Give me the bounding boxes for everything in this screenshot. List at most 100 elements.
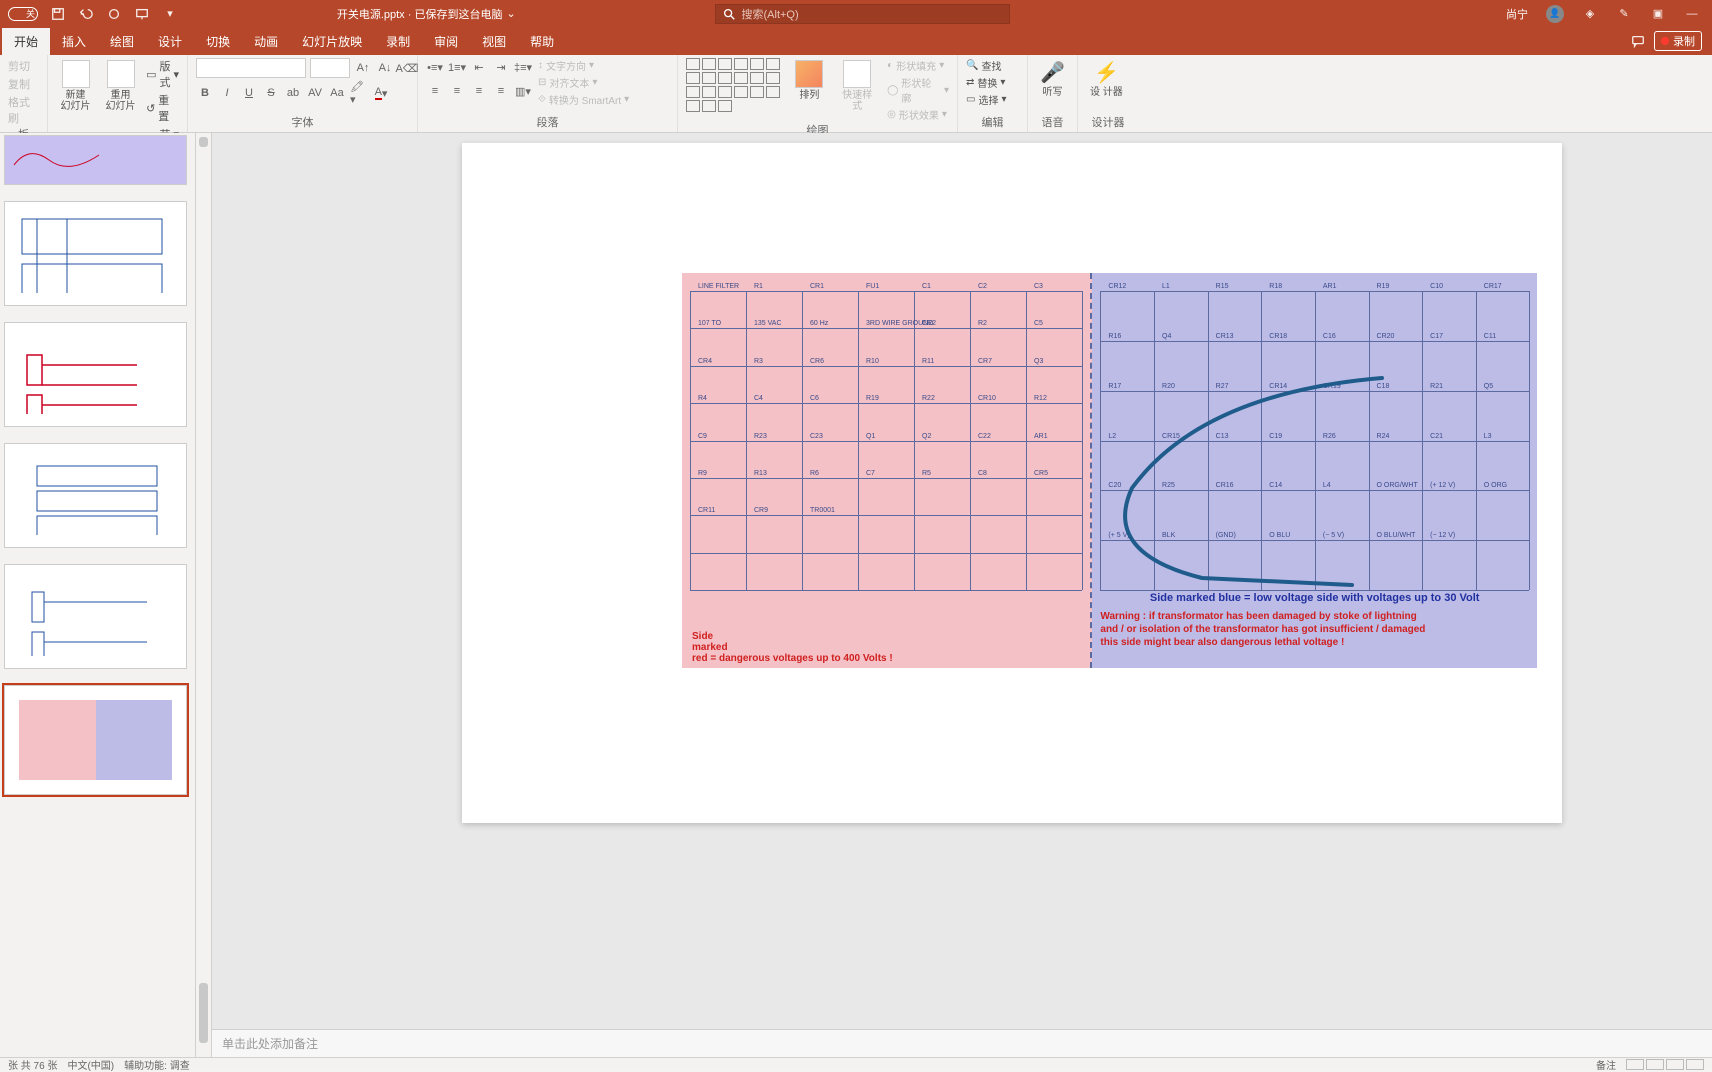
smartart-button[interactable]: ⟐ 转换为 SmartArt ▾	[538, 92, 629, 107]
view-buttons[interactable]	[1626, 1059, 1704, 1070]
notes-pane[interactable]: 单击此处添加备注	[212, 1029, 1712, 1057]
dictate-button[interactable]: 🎤听写	[1036, 58, 1069, 100]
select-button[interactable]: ▭ 选择 ▾	[966, 92, 1006, 107]
slide-thumbnail[interactable]	[4, 443, 187, 548]
designer-group-label: 设计器	[1086, 114, 1130, 132]
recording-button[interactable]: 录制	[1654, 31, 1702, 51]
align-text-button[interactable]: ⊟ 对齐文本 ▾	[538, 75, 629, 90]
warning-line-2: and / or isolation of the transformator …	[1100, 624, 1536, 635]
find-button[interactable]: 🔍 查找	[966, 58, 1006, 73]
arrange-button[interactable]: 排列	[791, 58, 827, 103]
bold-button[interactable]: B	[196, 84, 214, 102]
char-spacing-button[interactable]: AV	[306, 84, 324, 102]
new-slide-button[interactable]: 新建 幻灯片	[56, 58, 95, 114]
reuse-slide-button[interactable]: 重用 幻灯片	[101, 58, 140, 114]
paragraph-group-label: 段落	[426, 114, 669, 132]
designer-button[interactable]: ⚡设 计器	[1086, 58, 1127, 100]
align-right-button[interactable]: ≡	[470, 82, 488, 100]
align-left-button[interactable]: ≡	[426, 82, 444, 100]
ribbon: 剪切 复制 格式刷 板 新建 幻灯片 重用 幻灯片 ▭ 版式 ▾ ↺ 重置 ▭ …	[0, 55, 1712, 133]
redo-icon[interactable]	[106, 6, 122, 22]
undo-icon[interactable]	[78, 6, 94, 22]
columns-button[interactable]: ▥▾	[514, 82, 532, 100]
cut-button[interactable]: 剪切	[8, 58, 39, 74]
user-name: 尚宁	[1506, 6, 1528, 22]
present-icon[interactable]	[134, 6, 150, 22]
layout-button[interactable]: ▭ 版式 ▾	[146, 58, 179, 90]
comments-icon[interactable]	[1630, 33, 1646, 49]
save-icon[interactable]	[50, 6, 66, 22]
thumbnail-scrollbar[interactable]	[196, 133, 212, 1057]
reset-button[interactable]: ↺ 重置	[146, 92, 179, 124]
current-slide: LINE FILTERR1CR1FU1C1C2C3107 TO135 VAC60…	[462, 143, 1562, 823]
tab-draw[interactable]: 绘图	[98, 28, 146, 55]
font-size-select[interactable]	[310, 58, 350, 78]
line-spacing-button[interactable]: ‡≡▾	[514, 58, 532, 76]
record-dot-icon	[1661, 37, 1669, 45]
accessibility-indicator[interactable]: 辅助功能: 调查	[124, 1057, 190, 1072]
tab-help[interactable]: 帮助	[518, 28, 566, 55]
shadow-button[interactable]: ab	[284, 84, 302, 102]
red-caption-2: marked	[692, 642, 728, 653]
tab-view[interactable]: 视图	[470, 28, 518, 55]
title-bar: 关 ▾ 开关电源.pptx · 已保存到这台电脑 ⌄ 搜索(Alt+Q) 尚宁 …	[0, 0, 1712, 27]
tab-slideshow[interactable]: 幻灯片放映	[290, 28, 374, 55]
replace-button[interactable]: ⇄ 替换 ▾	[966, 75, 1006, 90]
slide-thumbnail[interactable]	[4, 135, 187, 185]
tab-home[interactable]: 开始	[2, 28, 50, 55]
tab-insert[interactable]: 插入	[50, 28, 98, 55]
slide-thumbnail-active[interactable]	[4, 685, 187, 795]
slide-thumbnail[interactable]	[4, 564, 187, 669]
slide-thumbnail[interactable]	[4, 322, 187, 427]
warning-line-1: Warning : if transformator has been dama…	[1100, 611, 1536, 622]
clear-format-icon[interactable]: A⌫	[398, 59, 416, 77]
increase-font-icon[interactable]: A↑	[354, 59, 372, 77]
tab-design[interactable]: 设计	[146, 28, 194, 55]
minimize-icon[interactable]: —	[1684, 6, 1700, 22]
slide-canvas[interactable]: LINE FILTERR1CR1FU1C1C2C3107 TO135 VAC60…	[212, 133, 1712, 1029]
search-placeholder: 搜索(Alt+Q)	[742, 6, 799, 22]
italic-button[interactable]: I	[218, 84, 236, 102]
shapes-gallery[interactable]	[686, 58, 785, 112]
title-dropdown-icon[interactable]: ⌄	[506, 7, 515, 20]
shape-effects-button[interactable]: ◎ 形状效果 ▾	[887, 107, 949, 122]
language-indicator[interactable]: 中文(中国)	[67, 1057, 114, 1072]
tab-review[interactable]: 审阅	[422, 28, 470, 55]
tab-transitions[interactable]: 切换	[194, 28, 242, 55]
user-avatar-icon[interactable]: 👤	[1546, 5, 1564, 23]
notes-toggle[interactable]: 备注	[1596, 1057, 1616, 1072]
autosave-toggle[interactable]: 关	[8, 7, 38, 21]
indent-decrease-button[interactable]: ⇤	[470, 58, 488, 76]
align-center-button[interactable]: ≡	[448, 82, 466, 100]
font-family-select[interactable]	[196, 58, 306, 78]
highlight-color-button[interactable]: 🖍▾	[350, 84, 368, 102]
numbering-button[interactable]: 1≡▾	[448, 58, 466, 76]
quick-styles-button[interactable]: 快速样式	[833, 58, 881, 114]
font-color-button[interactable]: A▾	[372, 84, 390, 102]
change-case-button[interactable]: Aa	[328, 84, 346, 102]
voice-group-label: 语音	[1036, 114, 1069, 132]
underline-button[interactable]: U	[240, 84, 258, 102]
pen-icon[interactable]: ✎	[1616, 6, 1632, 22]
text-direction-button[interactable]: ↕ 文字方向 ▾	[538, 58, 629, 73]
search-box[interactable]: 搜索(Alt+Q)	[715, 4, 1010, 24]
slide-thumbnail[interactable]	[4, 201, 187, 306]
shape-fill-button[interactable]: ◐ 形状填充 ▾	[887, 58, 949, 73]
tab-animations[interactable]: 动画	[242, 28, 290, 55]
bullets-button[interactable]: •≡▾	[426, 58, 444, 76]
window-layout-icon[interactable]: ▣	[1650, 6, 1666, 22]
format-painter-button[interactable]: 格式刷	[8, 94, 39, 126]
indent-increase-button[interactable]: ⇥	[492, 58, 510, 76]
font-group-label: 字体	[196, 114, 409, 132]
copy-button[interactable]: 复制	[8, 76, 39, 92]
slide-thumbnail-panel[interactable]	[0, 133, 196, 1057]
align-justify-button[interactable]: ≡	[492, 82, 510, 100]
red-caption-3: red = dangerous voltages up to 400 Volts…	[692, 653, 893, 664]
qat-more-icon[interactable]: ▾	[162, 6, 178, 22]
strike-button[interactable]: S	[262, 84, 280, 102]
shape-outline-button[interactable]: ◯ 形状轮廓 ▾	[887, 75, 949, 105]
tab-record[interactable]: 录制	[374, 28, 422, 55]
decrease-font-icon[interactable]: A↓	[376, 59, 394, 77]
red-caption-1: Side	[692, 631, 713, 642]
diamond-icon[interactable]: ◈	[1582, 6, 1598, 22]
